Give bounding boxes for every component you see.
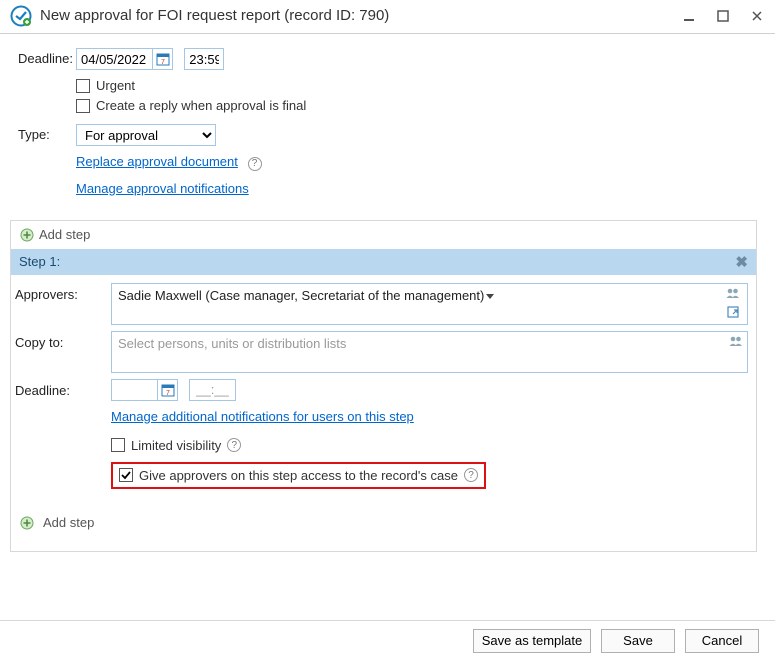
window-controls — [681, 8, 765, 24]
give-access-highlight: Give approvers on this step access to th… — [111, 462, 486, 489]
copyto-placeholder: Select persons, units or distribution li… — [118, 336, 346, 351]
add-step-label: Add step — [39, 227, 90, 242]
give-access-checkbox[interactable] — [119, 468, 133, 482]
give-access-label: Give approvers on this step access to th… — [139, 468, 458, 483]
step-deadline-date-input[interactable] — [112, 380, 157, 400]
step-deadline-time-field[interactable]: __:__ — [189, 379, 236, 401]
add-step-top[interactable]: Add step — [11, 221, 756, 249]
plus-icon — [19, 515, 35, 531]
top-form: Deadline: 7 U — [0, 34, 775, 210]
deadline-date-field[interactable]: 7 — [76, 48, 173, 70]
calendar-icon[interactable]: 7 — [157, 380, 177, 400]
expand-picker-icon[interactable] — [726, 306, 740, 321]
step-deadline-time-placeholder: __:__ — [190, 382, 235, 397]
replace-approval-doc-link[interactable]: Replace approval document — [76, 154, 238, 169]
urgent-checkbox[interactable] — [76, 79, 90, 93]
help-icon[interactable]: ? — [227, 438, 241, 452]
footer: Save as template Save Cancel — [0, 620, 775, 660]
cancel-button[interactable]: Cancel — [685, 629, 759, 653]
step-title: Step 1: — [19, 254, 60, 269]
deadline-date-input[interactable] — [77, 49, 152, 69]
help-icon[interactable]: ? — [248, 157, 262, 171]
step-deadline-date-field[interactable]: 7 — [111, 379, 178, 401]
calendar-icon[interactable]: 7 — [152, 49, 172, 69]
title-bar: New approval for FOI request report (rec… — [0, 0, 775, 34]
approvers-field[interactable]: Sadie Maxwell (Case manager, Secretariat… — [111, 283, 748, 325]
steps-section: Add step Step 1: ✖ Approvers: Sadie Maxw… — [10, 220, 757, 552]
people-picker-icon[interactable] — [726, 287, 740, 302]
deadline-label: Deadline: — [18, 48, 76, 66]
create-reply-label: Create a reply when approval is final — [96, 98, 306, 113]
urgent-label: Urgent — [96, 78, 135, 93]
add-step-bottom[interactable]: Add step — [15, 495, 748, 541]
help-icon[interactable]: ? — [464, 468, 478, 482]
step-header: Step 1: ✖ — [11, 249, 756, 275]
close-icon[interactable] — [749, 8, 765, 24]
minimize-icon[interactable] — [681, 8, 697, 24]
maximize-icon[interactable] — [715, 8, 731, 24]
approvers-label: Approvers: — [15, 283, 111, 302]
save-as-template-button[interactable]: Save as template — [473, 629, 591, 653]
remove-step-icon[interactable]: ✖ — [735, 253, 748, 271]
copyto-field[interactable]: Select persons, units or distribution li… — [111, 331, 748, 373]
approver-token[interactable]: Sadie Maxwell (Case manager, Secretariat… — [118, 288, 484, 303]
plus-icon — [19, 227, 35, 243]
create-reply-checkbox[interactable] — [76, 99, 90, 113]
svg-text:7: 7 — [161, 59, 165, 66]
save-button[interactable]: Save — [601, 629, 675, 653]
svg-text:7: 7 — [166, 390, 170, 397]
deadline-time-input[interactable] — [185, 49, 223, 69]
step-body: Approvers: Sadie Maxwell (Case manager, … — [11, 275, 756, 551]
window-title: New approval for FOI request report (rec… — [40, 7, 681, 24]
manage-step-notifications-link[interactable]: Manage additional notifications for user… — [111, 409, 414, 424]
manage-approval-notifications-link[interactable]: Manage approval notifications — [76, 181, 249, 196]
limited-visibility-label: Limited visibility — [131, 438, 221, 453]
type-label: Type: — [18, 124, 76, 142]
app-icon — [10, 5, 32, 27]
type-select[interactable]: For approval — [76, 124, 216, 146]
step-deadline-label: Deadline: — [15, 379, 111, 398]
people-picker-icon[interactable] — [729, 335, 743, 350]
deadline-time-field[interactable] — [184, 48, 224, 70]
copyto-label: Copy to: — [15, 331, 111, 350]
add-step-label: Add step — [43, 515, 94, 530]
chevron-down-icon[interactable] — [486, 294, 494, 299]
limited-visibility-checkbox[interactable] — [111, 438, 125, 452]
